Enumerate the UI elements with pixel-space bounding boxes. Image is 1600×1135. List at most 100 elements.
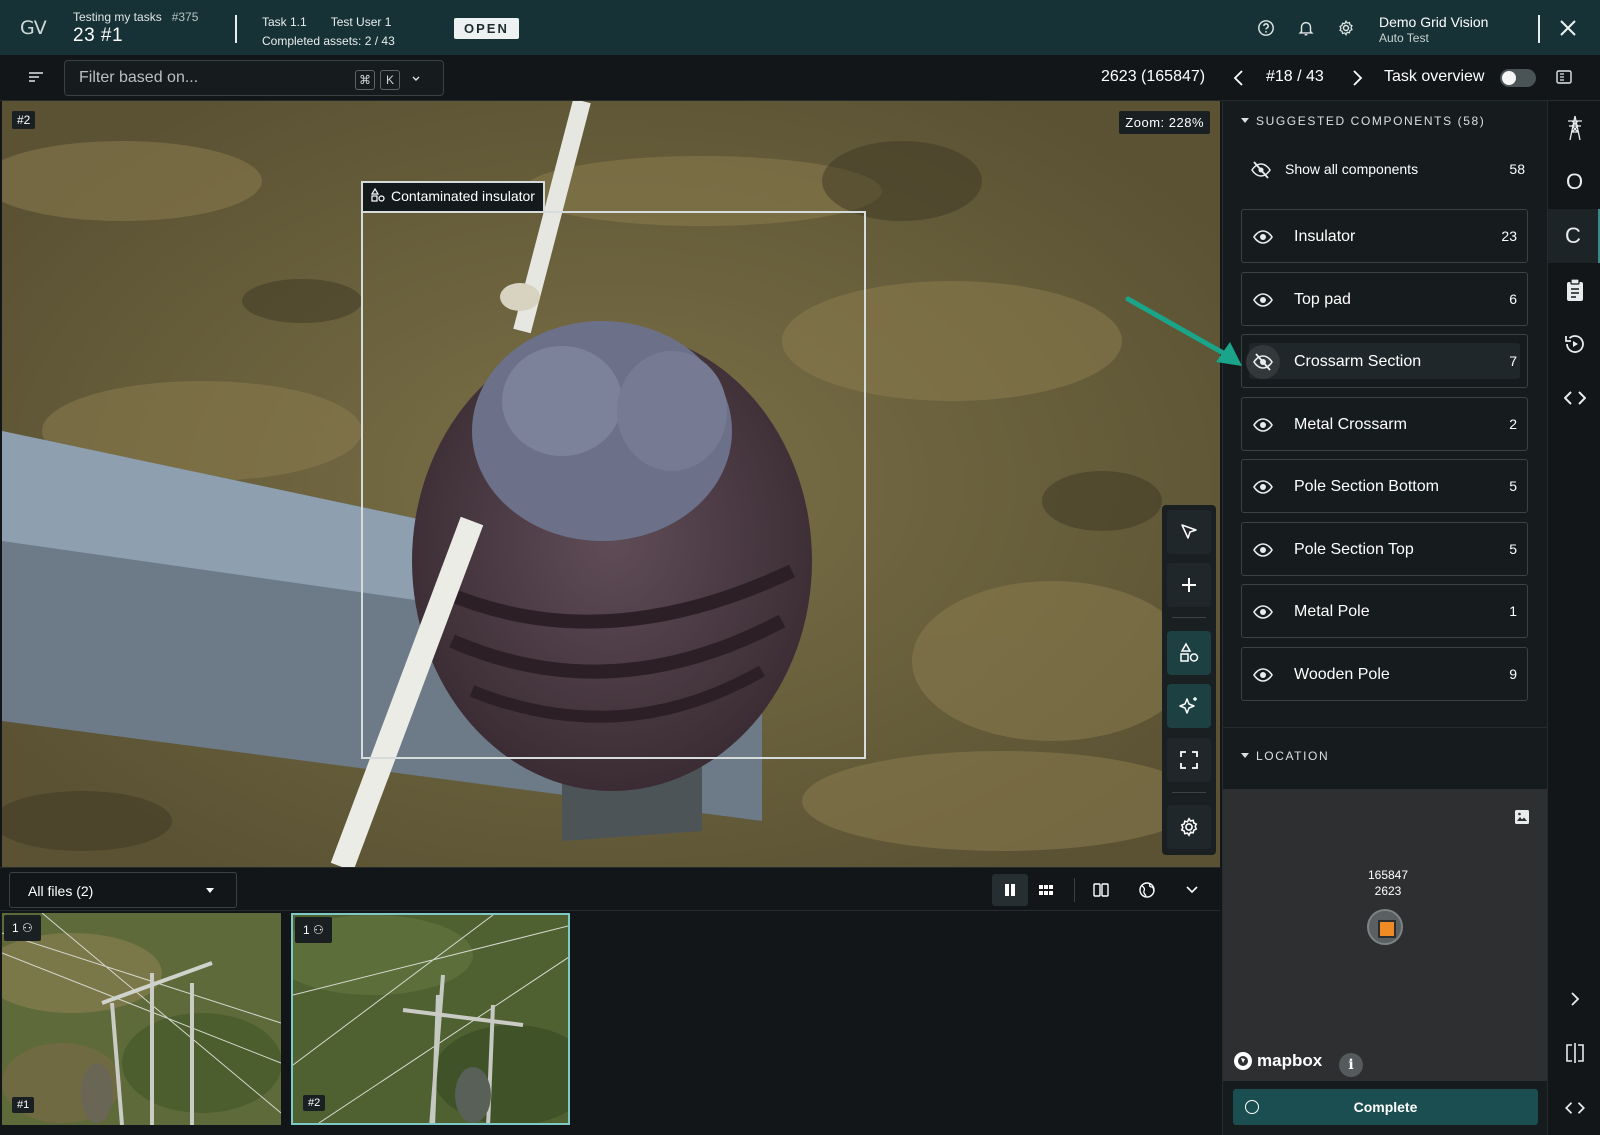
code-icon[interactable] [1548, 371, 1600, 425]
component-label: Metal Crossarm [1294, 415, 1407, 433]
rail-item-o[interactable]: O [1548, 155, 1600, 209]
component-label: Crossarm Section [1294, 353, 1422, 370]
component-label: Metal Pole [1294, 603, 1370, 620]
task-name: Task 1.1 [262, 15, 307, 29]
location-section-header[interactable]: LOCATION [1241, 749, 1329, 763]
image-icon[interactable] [1514, 809, 1530, 825]
component-item[interactable]: Crossarm Section 7 [1241, 334, 1528, 388]
compare-view-button[interactable] [1083, 874, 1119, 906]
sort-icon[interactable] [28, 70, 44, 86]
component-label: Pole Section Bottom [1294, 478, 1439, 495]
eye-icon[interactable] [1253, 227, 1273, 247]
bell-icon[interactable] [1297, 19, 1315, 37]
eye-icon[interactable] [1253, 665, 1273, 685]
task-overview-toggle[interactable] [1500, 69, 1536, 87]
component-item[interactable]: Top pad 6 [1241, 271, 1528, 326]
annotation-count: 1 ⚇ [4, 915, 41, 941]
bounding-box[interactable] [361, 211, 866, 759]
kbd-cmd: ⌘ [355, 70, 375, 90]
assignee: Test User 1 [330, 15, 392, 29]
close-icon[interactable] [1557, 17, 1579, 39]
compare-panel-icon[interactable] [1548, 1026, 1600, 1080]
fullscreen-button[interactable] [1167, 738, 1211, 782]
annotation-label-text: Contaminated insulator [391, 188, 535, 204]
annotation-label[interactable]: Contaminated insulator [361, 181, 545, 211]
panel-icon[interactable] [1556, 70, 1572, 84]
thumbnail-1[interactable]: 1 ⚇ #1 [2, 913, 281, 1125]
shapes-icon [1180, 642, 1199, 662]
drawing-tools [1162, 505, 1216, 855]
history-icon[interactable] [1548, 317, 1600, 371]
chevron-right-icon[interactable] [1349, 69, 1365, 87]
thumbnail-tag: #1 [12, 1097, 35, 1113]
caret-down-icon [1241, 118, 1249, 123]
gear-icon[interactable] [1337, 19, 1355, 37]
org-name: Demo Grid Vision [1379, 14, 1489, 30]
code-toggle-icon[interactable] [1548, 1081, 1600, 1135]
component-count: 23 [1501, 228, 1517, 244]
components-panel: SUGGESTED COMPONENTS (58) Show all compo… [1222, 101, 1548, 1135]
eye-icon[interactable] [1253, 602, 1273, 622]
files-dropdown-label: All files (2) [28, 883, 94, 899]
help-icon[interactable] [1257, 19, 1275, 37]
caret-down-icon [1241, 753, 1249, 758]
user-menu[interactable]: Demo Grid Vision Auto Test [1379, 14, 1488, 46]
asset-title: 23 #1 [73, 25, 124, 46]
viewer-settings-button[interactable] [1167, 805, 1211, 849]
filter-input[interactable] [79, 69, 329, 87]
grid-view-button[interactable] [1028, 874, 1064, 906]
clipboard-icon[interactable] [1548, 263, 1600, 317]
more-views-button[interactable] [1174, 874, 1210, 906]
filter-box[interactable]: ⌘ K [64, 60, 444, 96]
chevron-right-icon[interactable] [1548, 972, 1600, 1026]
eye-off-icon [1251, 161, 1271, 179]
ai-assist-button[interactable] [1167, 684, 1211, 728]
select-tool-button[interactable] [1167, 510, 1211, 554]
files-dropdown[interactable]: All files (2) [9, 872, 237, 908]
components-section-header[interactable]: SUGGESTED COMPONENTS (58) [1241, 114, 1485, 128]
project-name: Testing my tasks [73, 10, 162, 24]
add-tool-button[interactable] [1167, 563, 1211, 607]
shapes-tool-button[interactable] [1167, 631, 1211, 675]
divider [1223, 727, 1548, 728]
map-info-button[interactable]: i [1339, 1053, 1363, 1077]
show-all-components[interactable]: Show all components 58 [1243, 153, 1533, 187]
org-role: Auto Test [1379, 31, 1429, 45]
chevron-down-icon[interactable] [412, 76, 420, 82]
component-item[interactable]: Metal Pole 1 [1241, 584, 1528, 638]
status-badge: OPEN [454, 18, 519, 39]
top-bar: GV Testing my tasks #375 23 #1 Task 1.1 Te… [0, 0, 1600, 55]
component-item[interactable]: Wooden Pole 9 [1241, 646, 1528, 701]
component-label: Top pad [1294, 290, 1351, 308]
eye-icon[interactable] [1253, 540, 1273, 560]
chevron-right-icon [1570, 992, 1579, 1006]
eye-icon[interactable] [1253, 477, 1273, 497]
component-item[interactable]: Pole Section Bottom 5 [1241, 459, 1528, 513]
thumbnail-2[interactable]: 1 ⚇ #2 [291, 913, 570, 1125]
image-viewer[interactable]: #2 Zoom: 228% Contaminated insulator [2, 101, 1220, 867]
component-item[interactable]: Insulator 23 [1241, 209, 1528, 263]
asset-pin[interactable] [1367, 909, 1403, 945]
globe-view-button[interactable] [1129, 874, 1165, 906]
component-item[interactable]: Pole Section Top 5 [1241, 521, 1528, 576]
component-count: 1 [1509, 603, 1517, 619]
component-label: Insulator [1294, 228, 1356, 245]
complete-button[interactable]: Complete [1233, 1089, 1538, 1125]
code-icon [1564, 1102, 1585, 1114]
component-label: Pole Section Top [1294, 540, 1414, 558]
component-item[interactable]: Metal Crossarm 2 [1241, 396, 1528, 451]
mapbox-attribution[interactable]: mapbox [1233, 1051, 1322, 1071]
component-count: 7 [1509, 353, 1517, 369]
tower-icon[interactable] [1548, 101, 1600, 155]
eye-icon[interactable] [1253, 415, 1273, 435]
app-logo[interactable]: GV [20, 17, 47, 39]
complete-label: Complete [1353, 1099, 1418, 1115]
sparkle-icon [1179, 697, 1197, 714]
single-view-button[interactable] [992, 874, 1028, 906]
location-map[interactable]: 165847 2623 mapbox i [1223, 789, 1548, 1081]
chevron-left-icon[interactable] [1231, 69, 1247, 87]
pin-id: 165847 [1367, 868, 1409, 882]
rail-item-c[interactable]: C [1548, 209, 1600, 263]
location-section-title: LOCATION [1256, 749, 1330, 763]
divider [1172, 792, 1206, 793]
